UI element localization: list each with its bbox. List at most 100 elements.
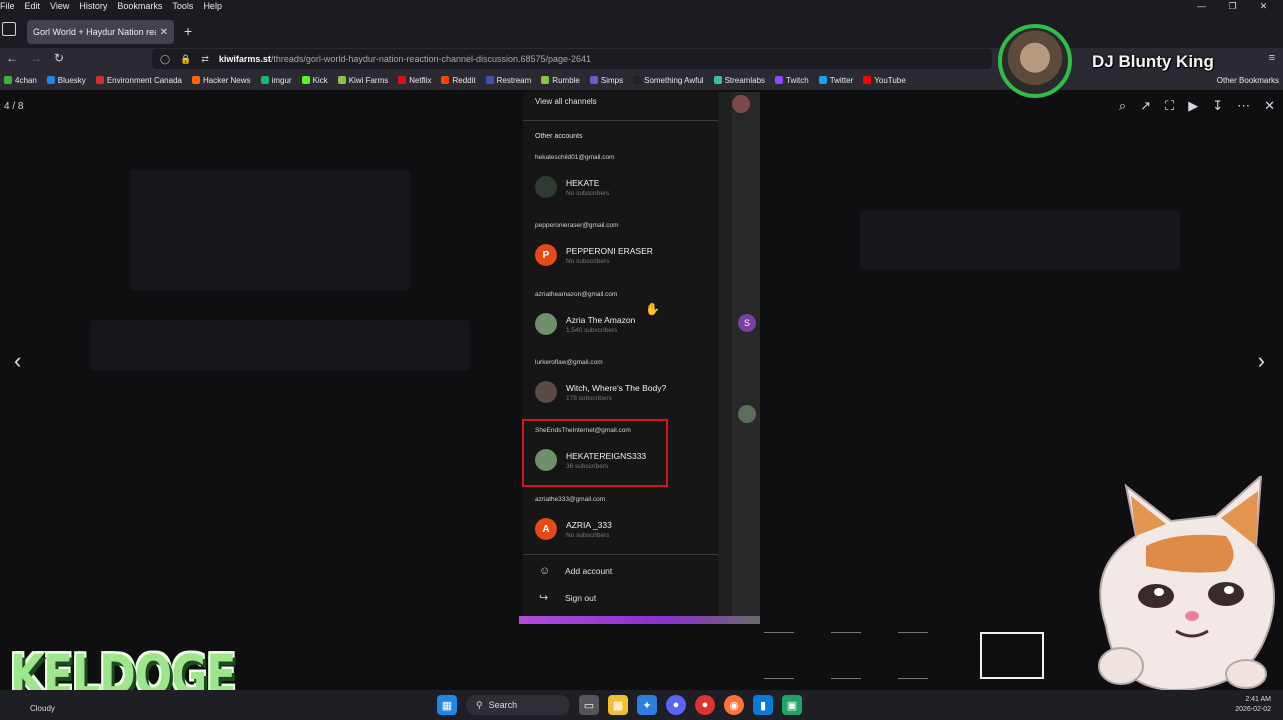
task-view-icon[interactable]: ▭ — [579, 695, 599, 715]
bookmark-label: Streamlabs — [724, 75, 766, 85]
app-menu-icon[interactable]: ≡ — [1269, 52, 1275, 65]
copilot-icon[interactable]: ✦ — [637, 695, 657, 715]
bookmark-item[interactable]: imgur — [260, 76, 292, 85]
next-image-icon[interactable]: › — [1258, 348, 1265, 374]
forward-icon[interactable]: → — [30, 51, 42, 65]
close-lightbox-icon[interactable]: ✕ — [1264, 98, 1275, 114]
menu-file[interactable]: File — [0, 1, 20, 11]
account-row[interactable]: P PEPPERONI ERASER No subscribers — [535, 244, 653, 266]
discord-icon[interactable]: ● — [666, 695, 686, 715]
add-account-button[interactable]: ☺ Add account — [539, 565, 612, 577]
menu-view[interactable]: View — [45, 1, 74, 11]
back-icon[interactable]: ← — [6, 51, 18, 65]
account-switcher-panel: View all channels Other accounts hekates… — [523, 92, 718, 616]
channel-name: Azria The Amazon — [566, 314, 636, 325]
menu-tools[interactable]: Tools — [167, 1, 198, 11]
tab-strip: Gorl World + Haydur Nation reactic ✕ + — [0, 12, 1283, 48]
account-row[interactable]: Witch, Where's The Body? 178 subscribers — [535, 381, 666, 403]
zoom-icon[interactable]: ⌕ — [1119, 98, 1126, 114]
bookmark-item[interactable]: Something Awful — [633, 76, 704, 85]
weather-widget[interactable]: Cloudy — [30, 704, 55, 713]
bookmark-favicon-icon — [4, 76, 12, 84]
channel-name: AZRIA _333 — [566, 519, 612, 530]
avatar — [535, 313, 557, 335]
bookmark-favicon-icon — [818, 76, 827, 84]
avatar: P — [535, 244, 557, 266]
bookmark-item[interactable]: Netflix — [398, 76, 431, 85]
menu-help[interactable]: Help — [198, 1, 227, 11]
panel-bottom-bar — [519, 616, 760, 624]
url-host: kiwifarms.st — [218, 54, 271, 64]
windows-start-icon[interactable]: ▦ — [437, 695, 457, 715]
tab-list-icon[interactable] — [2, 22, 16, 36]
minimize-icon[interactable]: — — [1186, 0, 1217, 12]
overlay-dash — [831, 632, 861, 633]
bookmark-item[interactable]: Twitch — [775, 76, 809, 85]
file-explorer-icon[interactable]: ▩ — [608, 695, 628, 715]
channel-name: PEPPERONI ERASER — [566, 245, 653, 256]
bookmark-favicon-icon — [713, 76, 722, 84]
download-icon[interactable]: ↧ — [1212, 98, 1223, 114]
grid-icon[interactable]: ⋯ — [1237, 98, 1250, 114]
bookmark-label: Reddit — [452, 75, 476, 85]
browser-tab[interactable]: Gorl World + Haydur Nation reactic ✕ — [27, 20, 174, 44]
new-tab-icon[interactable]: + — [184, 24, 192, 38]
prev-image-icon[interactable]: ‹ — [14, 348, 21, 374]
highlight-box — [522, 419, 668, 487]
avatar — [535, 176, 557, 198]
account-row[interactable]: Azria The Amazon 1,540 subscribers — [535, 313, 635, 335]
sign-out-button[interactable]: ↪ Sign out — [539, 591, 596, 604]
reload-icon[interactable]: ↻ — [54, 51, 64, 65]
bookmark-label: Netflix — [409, 75, 432, 85]
menu-edit[interactable]: Edit — [20, 1, 46, 11]
close-window-icon[interactable]: ✕ — [1248, 0, 1279, 12]
clock-time: 2:41 AM — [1245, 696, 1271, 703]
bookmark-item[interactable]: 4chan — [4, 76, 37, 85]
bookmark-item[interactable]: Reddit — [441, 75, 476, 85]
view-all-channels[interactable]: View all channels — [535, 97, 597, 106]
bookmark-item[interactable]: Twitter — [818, 76, 853, 85]
avatar — [535, 381, 557, 403]
menu-history[interactable]: History — [74, 1, 112, 11]
close-tab-icon[interactable]: ✕ — [160, 27, 168, 38]
firefox-icon[interactable]: ◉ — [724, 695, 744, 715]
other-accounts-heading: Other accounts — [535, 133, 583, 140]
bookmark-item[interactable]: Kick — [301, 76, 328, 85]
bookmark-item[interactable]: Streamlabs — [713, 75, 766, 85]
bookmark-label: Environment Canada — [106, 75, 182, 85]
play-icon[interactable]: ▶ — [1188, 98, 1198, 114]
bookmark-item[interactable]: Environment Canada — [95, 75, 182, 85]
bookmark-item[interactable]: Kiwi Farms — [337, 75, 389, 85]
bookmark-item[interactable]: Hacker News — [191, 75, 251, 85]
fullscreen-icon[interactable]: ⛶ — [1165, 98, 1174, 114]
account-row[interactable]: A AZRIA _333 No subscribers — [535, 518, 612, 540]
panel-side-strip — [732, 92, 760, 616]
other-bookmarks[interactable]: Other Bookmarks — [1217, 76, 1279, 85]
bookmark-item[interactable]: Rumble — [541, 76, 580, 85]
menu-bar: File Edit View History Bookmarks Tools H… — [0, 0, 1283, 12]
bookmark-item[interactable]: Simps — [589, 76, 623, 85]
taskbar: Cloudy ▦ ⚲ Search ▭ ▩ ✦ ● ● ◉ ▮ ▣ 2:41 A… — [0, 690, 1283, 720]
shield-icon[interactable]: ◯ — [160, 54, 170, 65]
bookmark-label: Hacker News — [202, 75, 251, 85]
bookmark-item[interactable]: Restream — [485, 76, 531, 85]
lock-icon[interactable]: 🔒 — [180, 54, 191, 65]
permissions-icon[interactable]: ⇄ — [201, 54, 209, 65]
bookmark-item[interactable]: Bluesky — [46, 76, 86, 85]
restore-icon[interactable]: ❐ — [1217, 0, 1248, 12]
sign-out-icon: ↪ — [539, 592, 549, 604]
channel-name: HEKATE — [566, 177, 600, 188]
account-row[interactable]: HEKATE No subscribers — [535, 176, 609, 198]
bookmark-label: 4chan — [15, 75, 37, 85]
app-icon[interactable]: ▣ — [782, 695, 802, 715]
recorder-icon[interactable]: ● — [695, 695, 715, 715]
system-clock[interactable]: 2:41 AM 2026-02-02 — [1235, 695, 1271, 715]
bookmark-label: Kiwi Farms — [348, 75, 389, 85]
bookmark-item[interactable]: YouTube — [863, 76, 906, 85]
cat-mascot-icon — [1098, 476, 1275, 690]
open-external-icon[interactable]: ↗ — [1140, 98, 1151, 114]
app-icon[interactable]: ▮ — [753, 695, 773, 715]
taskbar-search[interactable]: ⚲ Search — [466, 695, 570, 715]
url-bar[interactable]: ◯ 🔒 ⇄ kiwifarms.st/threads/gorl-world-ha… — [152, 49, 992, 69]
menu-bookmarks[interactable]: Bookmarks — [112, 1, 167, 11]
